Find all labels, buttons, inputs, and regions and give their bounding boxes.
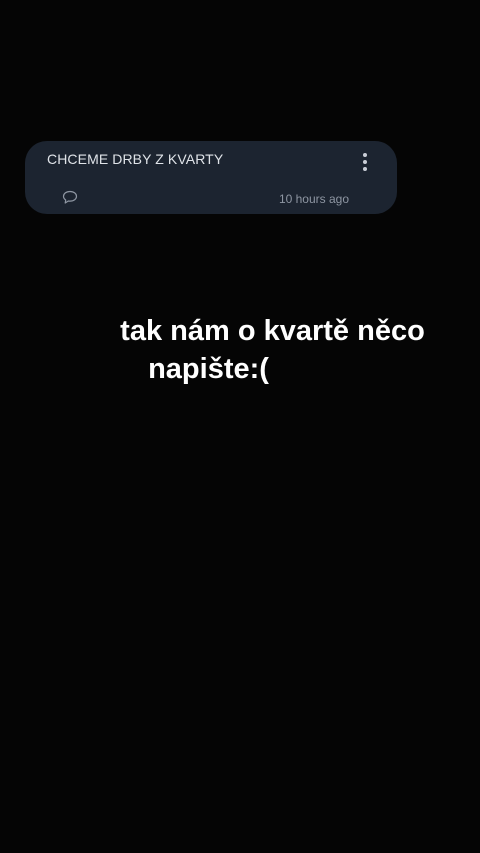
more-vertical-icon-dot [363,160,367,164]
caption-line-1: tak nám o kvartě něco [120,315,425,347]
caption-line-2: napište:( [148,353,269,385]
note-title: CHCEME DRBY Z KVARTY [47,151,224,167]
more-options-button[interactable] [353,149,377,175]
more-vertical-icon-dot [363,167,367,171]
more-vertical-icon [363,153,367,157]
story-caption: tak nám o kvartě něco napište:( [0,312,480,388]
comment-bubble-icon[interactable] [62,190,78,205]
note-timestamp: 10 hours ago [278,192,349,206]
note-card[interactable]: CHCEME DRBY Z KVARTY 10 hours ago [25,141,397,214]
